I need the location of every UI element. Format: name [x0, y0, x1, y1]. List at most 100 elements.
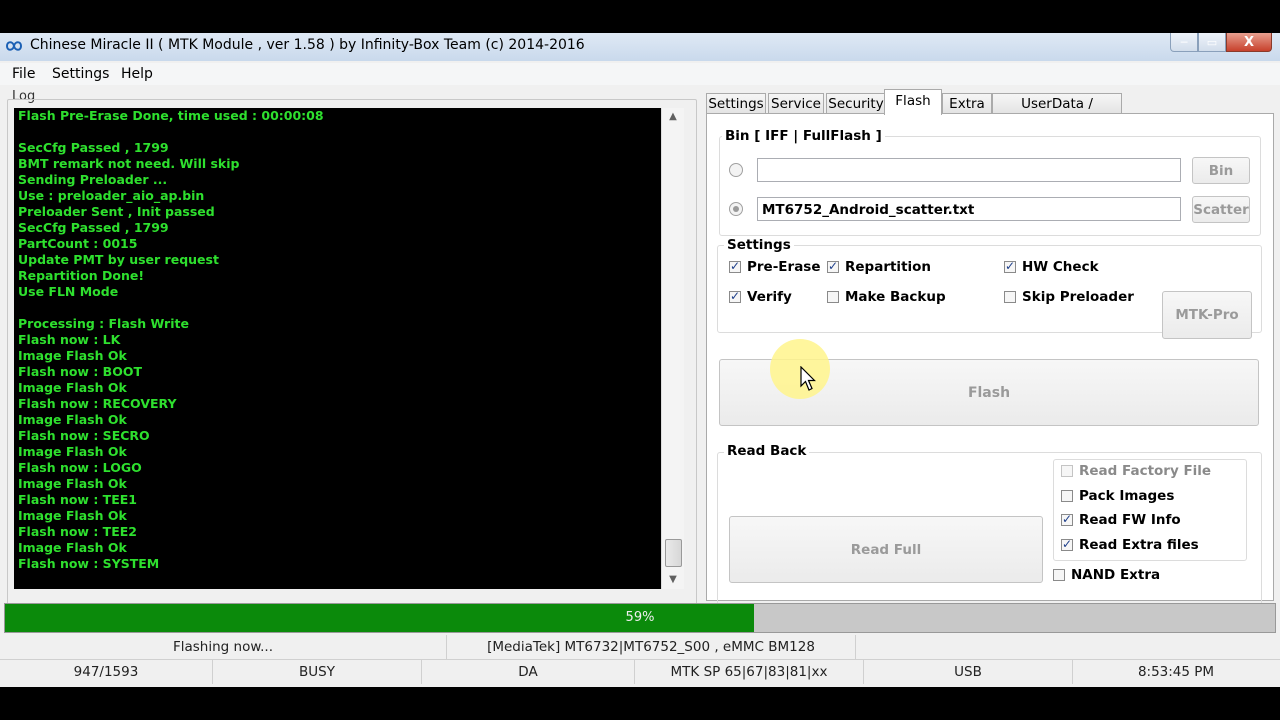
pack-images-checkbox[interactable]: Pack Images: [1061, 488, 1174, 504]
checkbox-label: HW Check: [1022, 259, 1099, 275]
log-line: Preloader Sent , Init passed: [18, 204, 215, 219]
checkbox-label: Read FW Info: [1079, 512, 1181, 528]
maximize-button[interactable]: ▭: [1198, 33, 1226, 52]
log-line: Image Flash Ok: [18, 412, 127, 427]
log-scrollbar[interactable]: ▲ ▼: [661, 108, 684, 589]
checkbox-label: Make Backup: [845, 289, 946, 305]
tab-settings[interactable]: Settings: [706, 93, 766, 114]
scatter-radio[interactable]: [729, 202, 743, 216]
log-line: PartCount : 0015: [18, 236, 138, 251]
maximize-icon: ▭: [1206, 35, 1218, 49]
log-line: Update PMT by user request: [18, 252, 219, 267]
log-line: Flash now : BOOT: [18, 364, 142, 379]
checkbox-box: [1061, 512, 1073, 526]
log-line: Image Flash Ok: [18, 476, 127, 491]
infinity-logo-icon: [5, 41, 23, 51]
bin-radio[interactable]: [729, 163, 743, 177]
log-line: Image Flash Ok: [18, 540, 127, 555]
window-controls: ─ ▭ X: [1170, 33, 1272, 52]
status-row-bottom: 947/1593 BUSY DA MTK SP 65|67|83|81|xx U…: [0, 660, 1280, 684]
title-bar[interactable]: Chinese Miracle II ( MTK Module , ver 1.…: [0, 33, 1280, 61]
repartition-checkbox[interactable]: Repartition: [827, 259, 931, 275]
log-line: SecCfg Passed , 1799: [18, 220, 169, 235]
skip-preloader-checkbox[interactable]: Skip Preloader: [1004, 289, 1134, 305]
status-count: 947/1593: [0, 660, 213, 684]
mtk-pro-button[interactable]: MTK-Pro: [1162, 291, 1252, 339]
tab-userdata-forensic[interactable]: UserData / Forensic: [992, 93, 1122, 132]
log-line: Flash now : LOGO: [18, 460, 142, 475]
close-icon: X: [1243, 34, 1255, 50]
nand-extra-checkbox[interactable]: NAND Extra: [1053, 567, 1160, 583]
menu-settings[interactable]: Settings: [52, 66, 109, 82]
status-row-top: Flashing now... [MediaTek] MT6732|MT6752…: [0, 635, 1280, 660]
log-line: Use FLN Mode: [18, 284, 119, 299]
checkbox-label: Verify: [747, 289, 792, 305]
checkbox-box: [827, 259, 839, 273]
read-extra-files-checkbox[interactable]: Read Extra files: [1061, 537, 1199, 553]
status-message: Flashing now...: [0, 635, 447, 659]
log-line: Image Flash Ok: [18, 508, 127, 523]
make-backup-checkbox[interactable]: Make Backup: [827, 289, 946, 305]
scatter-path-field[interactable]: MT6752_Android_scatter.txt: [757, 197, 1181, 221]
bin-button[interactable]: Bin: [1192, 157, 1250, 184]
mouse-pointer-icon: [800, 366, 816, 391]
tab-security[interactable]: Security: [826, 93, 886, 114]
log-line: Flash now : TEE2: [18, 524, 137, 539]
menu-bar: File Settings Help: [0, 63, 1280, 85]
pre-erase-checkbox[interactable]: Pre-Erase: [729, 259, 821, 275]
bin-group-title: Bin [ IFF | FullFlash ]: [722, 128, 885, 144]
scroll-up-arrow-icon[interactable]: ▲: [662, 108, 684, 126]
minimize-button[interactable]: ─: [1170, 33, 1198, 52]
read-factory-file-checkbox[interactable]: Read Factory File: [1061, 463, 1211, 479]
status-connection: USB: [864, 660, 1073, 684]
bin-path-field[interactable]: [757, 158, 1181, 182]
log-line: Repartition Done!: [18, 268, 145, 283]
status-state: BUSY: [213, 660, 422, 684]
log-line: Image Flash Ok: [18, 348, 127, 363]
checkbox-label: Read Factory File: [1079, 463, 1212, 479]
checkbox-box: [729, 259, 741, 273]
status-device: [MediaTek] MT6732|MT6752_S00 , eMMC BM12…: [447, 635, 856, 659]
tab-flash[interactable]: Flash: [884, 89, 942, 115]
log-line: Use : preloader_aio_ap.bin: [18, 188, 205, 203]
checkbox-box: [1061, 465, 1073, 477]
scroll-down-arrow-icon[interactable]: ▼: [662, 571, 684, 589]
checkbox-box: [1053, 569, 1065, 581]
readback-group-title: Read Back: [724, 443, 810, 459]
status-time: 8:53:45 PM: [1137, 664, 1215, 680]
checkbox-box: [827, 291, 839, 303]
log-line: Flash now : SECRO: [18, 428, 150, 443]
progress-label: 59%: [625, 610, 655, 625]
read-full-button[interactable]: Read Full: [729, 516, 1043, 583]
log-line: Flash now : LK: [18, 332, 121, 347]
checkbox-box: [1061, 537, 1073, 551]
checkbox-box: [1004, 291, 1016, 303]
log-line: Flash now : SYSTEM: [18, 556, 160, 571]
verify-checkbox[interactable]: Verify: [729, 289, 792, 305]
scroll-thumb[interactable]: [665, 539, 682, 567]
hw-check-checkbox[interactable]: HW Check: [1004, 259, 1099, 275]
checkbox-label: Pre-Erase: [747, 259, 821, 275]
close-button[interactable]: X: [1226, 33, 1272, 52]
checkbox-label: Repartition: [845, 259, 932, 275]
tab-service[interactable]: Service: [768, 93, 824, 114]
minimize-icon: ─: [1180, 35, 1188, 49]
tab-extra[interactable]: Extra: [942, 93, 992, 114]
application-window: Chinese Miracle II ( MTK Module , ver 1.…: [0, 33, 1280, 687]
log-line: Image Flash Ok: [18, 444, 127, 459]
log-output[interactable]: Flash Pre-Erase Done, time used : 00:00:…: [14, 108, 662, 589]
menu-file[interactable]: File: [12, 66, 35, 82]
log-line: BMT remark not need. Will skip: [18, 156, 240, 171]
log-line: Processing : Flash Write: [18, 316, 189, 331]
checkbox-label: Skip Preloader: [1022, 289, 1134, 305]
read-fw-info-checkbox[interactable]: Read FW Info: [1061, 512, 1181, 528]
log-line: Flash Pre-Erase Done, time used : 00:00:…: [18, 108, 324, 123]
menu-help[interactable]: Help: [121, 66, 153, 82]
status-version: MTK SP 65|67|83|81|xx: [635, 660, 864, 684]
scatter-button[interactable]: Scatter: [1192, 196, 1250, 223]
log-line: Flash now : RECOVERY: [18, 396, 177, 411]
log-line: SecCfg Passed , 1799: [18, 140, 169, 155]
log-line: Sending Preloader ...: [18, 172, 168, 187]
